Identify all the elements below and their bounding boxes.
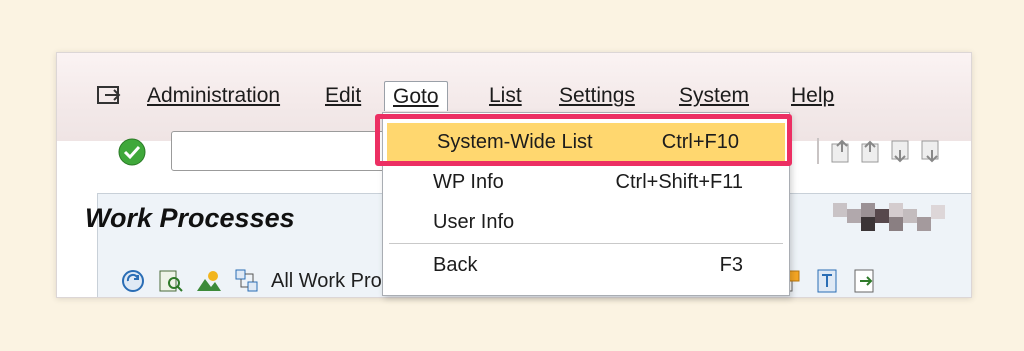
menu-goto[interactable]: Goto <box>384 81 448 111</box>
menu-help[interactable]: Help <box>783 81 842 111</box>
menu-settings[interactable]: Settings <box>551 81 643 111</box>
menu-edit-label: Edit <box>325 84 362 107</box>
menu-system-label: System <box>679 84 750 107</box>
next-page-icon[interactable] <box>889 138 915 164</box>
menu-item-wp-info[interactable]: WP Info Ctrl+Shift+F11 <box>383 163 789 201</box>
menu-item-label: User Info <box>433 211 515 233</box>
menu-item-label: Back <box>433 254 478 276</box>
menu-item-label: WP Info <box>433 171 504 193</box>
pixelated-image-icon <box>833 203 945 231</box>
menu-separator <box>389 243 783 244</box>
landscape-icon[interactable] <box>195 267 223 295</box>
document-arrow-icon[interactable] <box>851 267 879 295</box>
menu-toggle-icon[interactable] <box>97 85 123 105</box>
annotation-highlight-box <box>375 114 792 166</box>
menu-item-shortcut: Ctrl+Shift+F11 <box>615 171 743 193</box>
export-icon[interactable] <box>813 267 841 295</box>
menu-item-user-info[interactable]: User Info <box>383 203 789 241</box>
menu-help-label: Help <box>791 84 835 107</box>
menu-item-shortcut: F3 <box>719 254 743 276</box>
search-detail-icon[interactable] <box>157 267 185 295</box>
menu-administration-label: Administration <box>147 84 281 107</box>
menu-item-back[interactable]: Back F3 <box>383 246 789 284</box>
enter-check-icon[interactable] <box>117 137 147 167</box>
last-page-icon[interactable] <box>919 138 945 164</box>
menu-goto-label: Goto <box>393 85 439 108</box>
menu-edit[interactable]: Edit <box>317 81 369 111</box>
page-title: Work Processes <box>85 203 295 233</box>
refresh-icon[interactable] <box>119 267 147 295</box>
toolbar-separator <box>817 138 819 164</box>
navigation-icons <box>817 135 945 167</box>
menu-list[interactable]: List <box>481 81 530 111</box>
first-page-icon[interactable] <box>829 138 855 164</box>
menu-administration[interactable]: Administration <box>139 81 288 111</box>
menu-settings-label: Settings <box>559 84 635 107</box>
work-processes-icon[interactable] <box>233 267 261 295</box>
previous-page-icon[interactable] <box>859 138 885 164</box>
menu-list-label: List <box>489 84 522 107</box>
menu-system[interactable]: System <box>671 81 757 111</box>
command-field[interactable] <box>171 131 387 171</box>
